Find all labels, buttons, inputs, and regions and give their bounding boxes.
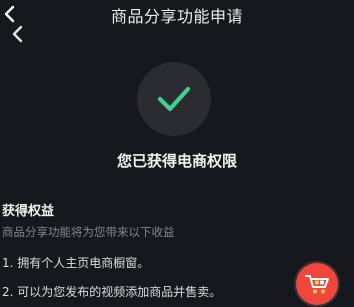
status-title: 您已获得电商权限: [116, 152, 237, 170]
page-title: 商品分享功能申请: [110, 7, 243, 26]
checkmark-icon: [157, 86, 191, 112]
shopping-cart-icon: [305, 275, 329, 294]
shopping-cart-button[interactable]: [296, 263, 338, 305]
benefits-heading: 获得权益: [2, 204, 55, 219]
benefit-item-showcase: 1. 拥有个人主页电商橱窗。: [2, 256, 150, 270]
success-badge: [137, 62, 211, 136]
benefit-item-add-products: 2. 可以为您发布的视频添加商品并售卖。: [2, 285, 222, 299]
header-bar: 商品分享功能申请: [0, 0, 354, 43]
benefits-subtitle: 商品分享功能将为您带来以下收益: [2, 225, 175, 239]
